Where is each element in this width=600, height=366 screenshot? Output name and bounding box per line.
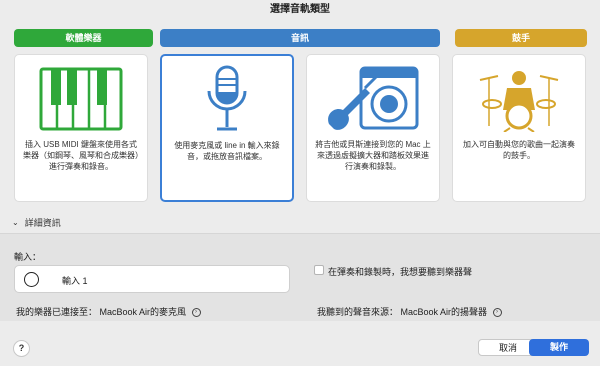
microphone-icon — [162, 62, 292, 138]
card-software-instrument[interactable]: 插入 USB MIDI 鍵盤來使用各式樂器（如鋼琴、風琴和合成樂器）進行彈奏和錄… — [14, 54, 148, 202]
output-connection: 我聽到的聲音來源： MacBook Air的揚聲器 › — [317, 305, 502, 318]
instrument-connection: 我的樂器已連接至： MacBook Air的麥克風 › — [16, 305, 201, 318]
keyboard-icon — [15, 61, 147, 137]
card-drummer[interactable]: 加入可自動與您的歌曲一起演奏的鼓手。 — [452, 54, 586, 202]
monitor-label: 在彈奏和錄製時，我想要聽到樂器聲 — [328, 267, 473, 277]
details-disclosure[interactable]: ⌄ 詳細資訊 — [12, 216, 61, 229]
drum-kit-icon — [453, 61, 585, 137]
card-description: 插入 USB MIDI 鍵盤來使用各式樂器（如鋼琴、風琴和合成樂器）進行彈奏和錄… — [23, 140, 139, 171]
create-button[interactable]: 製作 — [529, 339, 589, 356]
card-description: 使用麥克風或 line in 輸入來錄音，或拖放音訊檔案。 — [174, 141, 280, 161]
guitar-amp-icon — [307, 61, 439, 137]
mono-input-icon — [24, 272, 39, 287]
card-audio-guitar[interactable]: 將吉他或貝斯連接到您的 Mac 上來透過虛擬擴大器和踏板效果進行演奏和錄製。 — [306, 54, 440, 202]
card-audio-microphone[interactable]: 使用麥克風或 line in 輸入來錄音，或拖放音訊檔案。 — [160, 54, 294, 202]
output-connection-label: 我聽到的聲音來源： MacBook Air的揚聲器 — [317, 307, 488, 317]
arrow-right-circle-icon[interactable]: › — [492, 308, 502, 318]
card-description: 將吉他或貝斯連接到您的 Mac 上來透過虛擬擴大器和踏板效果進行演奏和錄製。 — [315, 140, 431, 171]
input-select[interactable]: 輸入 1 — [14, 265, 290, 293]
category-software-instrument[interactable]: 軟體樂器 — [14, 29, 153, 47]
category-audio[interactable]: 音訊 — [160, 29, 440, 47]
arrow-right-circle-icon[interactable]: › — [191, 308, 201, 318]
window-title: 選擇音軌類型 — [270, 4, 330, 15]
input-label: 輸入： — [14, 252, 42, 262]
details-label: 詳細資訊 — [24, 218, 61, 228]
help-button[interactable]: ? — [13, 340, 30, 357]
card-description: 加入可自動與您的歌曲一起演奏的鼓手。 — [463, 140, 575, 160]
instrument-connection-label: 我的樂器已連接至： MacBook Air的麥克風 — [16, 307, 187, 317]
monitor-checkbox[interactable] — [314, 265, 324, 275]
input-value: 輸入 1 — [62, 276, 88, 286]
chevron-down-icon: ⌄ — [12, 218, 19, 227]
category-drummer[interactable]: 鼓手 — [455, 29, 587, 47]
